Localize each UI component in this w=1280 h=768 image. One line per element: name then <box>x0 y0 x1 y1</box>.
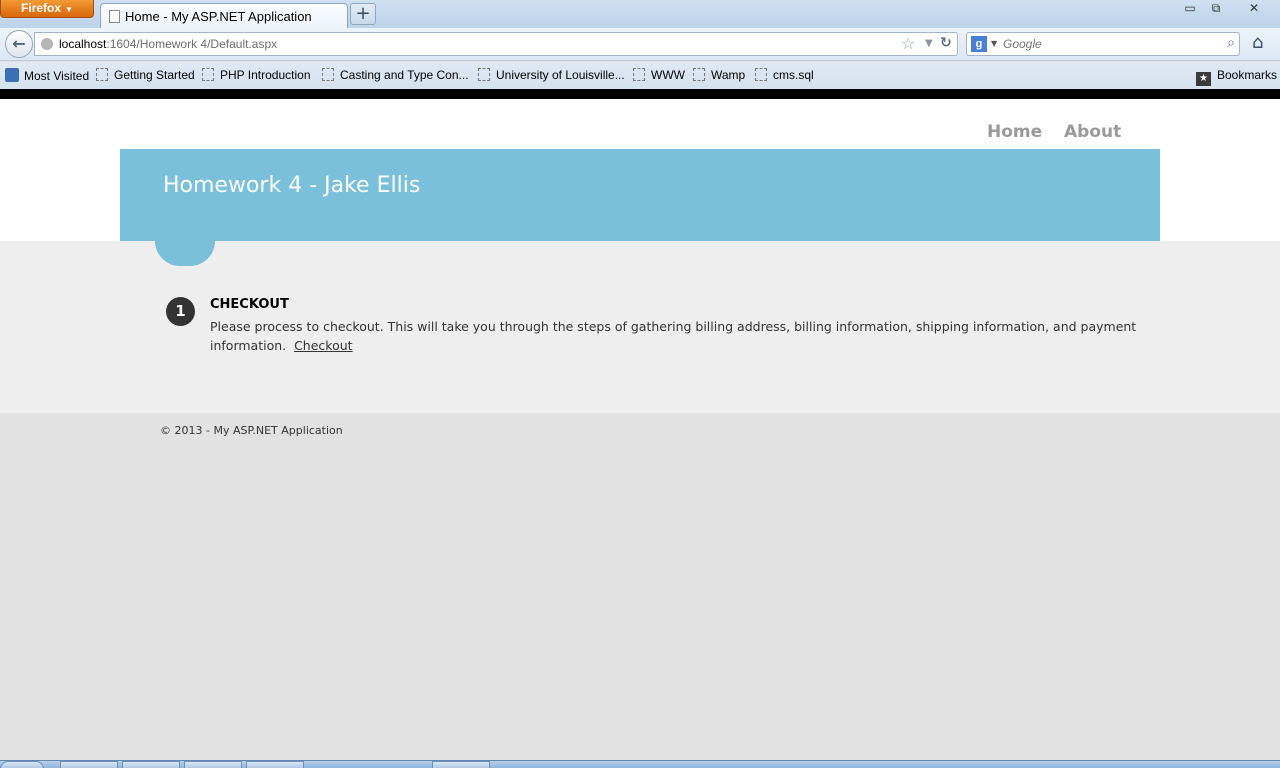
bookmark-icon <box>755 68 767 81</box>
featured-banner: Homework 4 - Jake Ellis <box>120 149 1160 241</box>
taskbar-item[interactable] <box>60 761 118 768</box>
bookmarks-star-icon: ★ <box>1196 72 1211 86</box>
most-visited-icon <box>5 68 19 82</box>
bookmark-icon <box>322 68 334 81</box>
taskbar-item[interactable] <box>122 761 180 768</box>
search-icon[interactable]: ⌕ <box>1227 35 1235 51</box>
nav-home-link[interactable]: Home <box>987 122 1042 142</box>
bookmark-icon <box>202 68 214 81</box>
os-taskbar <box>0 760 1280 768</box>
taskbar-item[interactable] <box>184 761 242 768</box>
search-placeholder: Google <box>1003 37 1042 51</box>
copyright-text: © 2013 - My ASP.NET Application <box>160 424 343 437</box>
tab-title: Home - My ASP.NET Application <box>125 9 312 24</box>
home-icon[interactable]: ⌂ <box>1252 32 1263 53</box>
bookmark-icon <box>693 68 705 81</box>
new-tab-button[interactable]: + <box>350 3 376 25</box>
firefox-menu-button[interactable]: Firefox ▼ <box>0 0 94 18</box>
reload-icon[interactable]: ↻ <box>940 35 952 51</box>
bookmark-star-icon[interactable]: ☆ <box>901 34 915 53</box>
page-icon <box>109 10 120 23</box>
close-window-button[interactable]: ✕ <box>1240 0 1268 18</box>
restore-button[interactable]: ⧉ <box>1202 0 1230 18</box>
bookmark-php-introduction[interactable]: PHP Introduction <box>202 68 311 82</box>
site-footer: © 2013 - My ASP.NET Application <box>0 413 1280 760</box>
globe-icon <box>41 38 53 50</box>
start-button[interactable] <box>0 761 44 768</box>
bookmark-casting[interactable]: Casting and Type Con... <box>322 68 469 82</box>
minimize-button[interactable]: ▭ <box>1176 0 1204 18</box>
bookmark-icon <box>478 68 490 81</box>
bookmark-www[interactable]: WWW <box>633 68 685 82</box>
bookmark-wamp[interactable]: Wamp <box>693 68 745 82</box>
page-title: Homework 4 - Jake Ellis <box>163 173 421 198</box>
taskbar-item[interactable] <box>246 761 304 768</box>
browser-navbar: ← localhost:1604/Homework 4/Default.aspx… <box>0 28 1280 61</box>
browser-titlebar: Firefox ▼ Home - My ASP.NET Application +… <box>0 0 1280 28</box>
bookmark-university[interactable]: University of Louisville... <box>478 68 625 82</box>
step-number-badge: 1 <box>166 297 195 326</box>
bookmark-cms-sql[interactable]: cms.sql <box>755 68 814 82</box>
url-history-dropdown-icon[interactable]: ▼ <box>925 38 933 49</box>
address-bar[interactable]: localhost:1604/Homework 4/Default.aspx ☆… <box>34 32 958 56</box>
search-input[interactable]: g ▼ Google ⌕ <box>966 32 1240 56</box>
chevron-down-icon: ▼ <box>65 5 73 14</box>
bookmarks-menu-button[interactable]: ★ Bookmarks <box>1196 68 1277 86</box>
checkout-link[interactable]: Checkout <box>294 338 352 353</box>
google-icon[interactable]: g <box>971 36 987 52</box>
firefox-menu-label: Firefox <box>21 1 62 15</box>
bookmark-icon <box>96 68 108 81</box>
bookmark-most-visited[interactable]: Most Visited <box>5 68 89 83</box>
browser-tab-active[interactable]: Home - My ASP.NET Application <box>100 3 348 28</box>
back-button[interactable]: ← <box>5 30 33 58</box>
taskbar-item[interactable] <box>432 761 490 768</box>
page-top-bar <box>0 89 1280 99</box>
step-description: Please process to checkout. This will ta… <box>210 317 1150 355</box>
chevron-down-icon[interactable]: ▼ <box>991 39 997 48</box>
nav-about-link[interactable]: About <box>1064 122 1121 142</box>
bookmark-icon <box>633 68 645 81</box>
bookmarks-toolbar: Most Visited Getting Started PHP Introdu… <box>0 62 1280 89</box>
bookmark-getting-started[interactable]: Getting Started <box>96 68 195 82</box>
step-heading: CHECKOUT <box>210 297 289 312</box>
url-text: localhost:1604/Homework 4/Default.aspx <box>59 37 278 51</box>
